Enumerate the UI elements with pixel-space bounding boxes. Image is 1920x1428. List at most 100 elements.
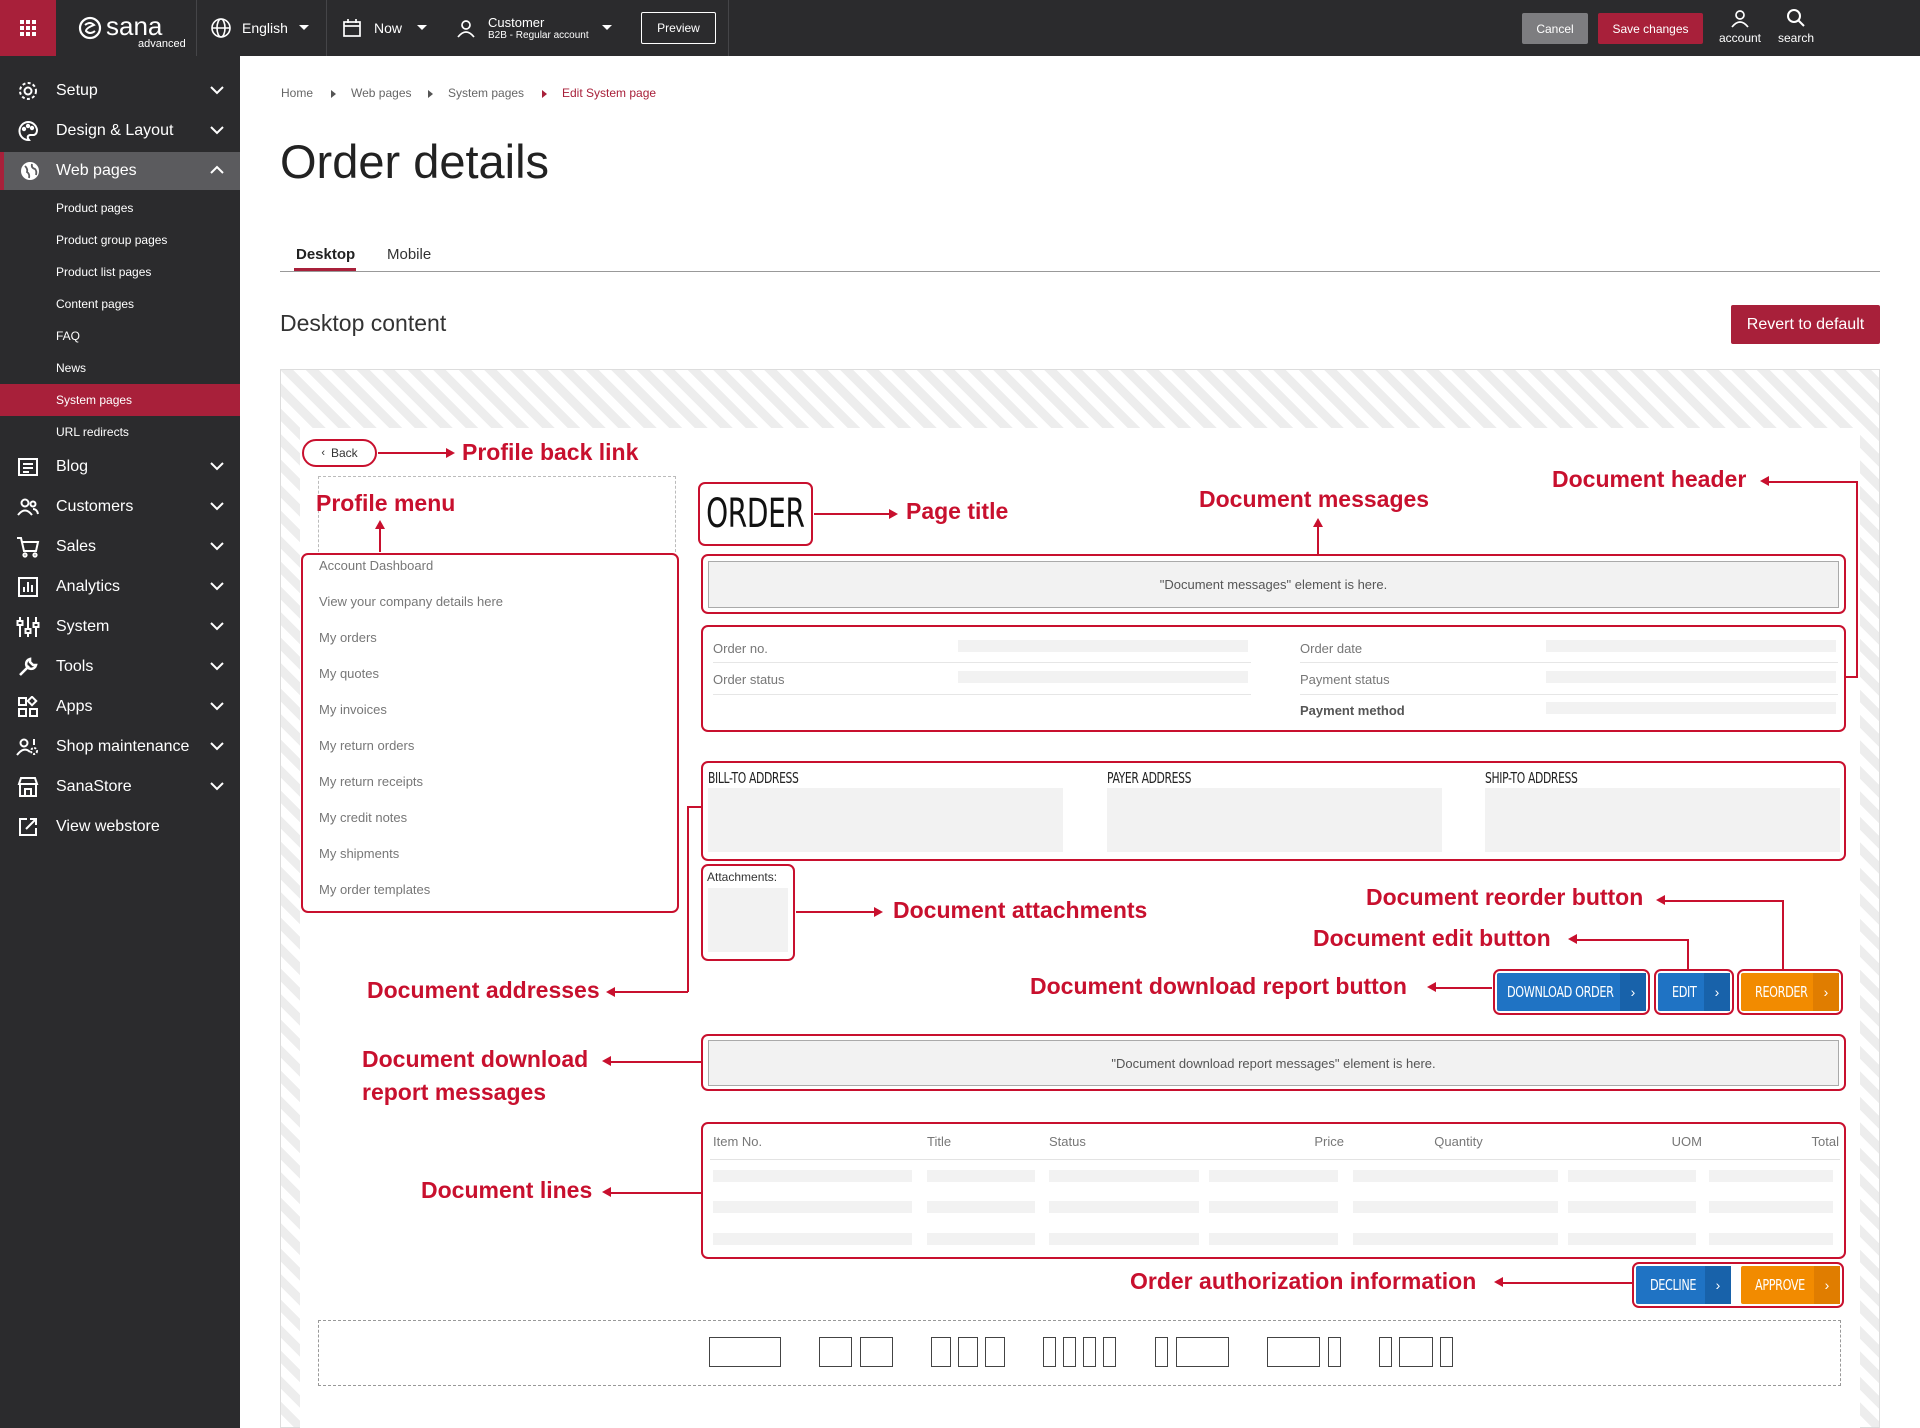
sidebar-subitem-label: Product pages [56, 201, 134, 215]
reorder-label: REORDER [1755, 983, 1808, 1001]
preview-button[interactable]: Preview [641, 12, 716, 44]
layout-option-left-narrow[interactable] [1155, 1337, 1229, 1367]
chevron-down-icon [210, 462, 224, 471]
sidebar-item-sales[interactable]: Sales [0, 528, 240, 566]
save-changes-button[interactable]: Save changes [1598, 13, 1703, 44]
sidebar-item-label: Tools [56, 658, 94, 675]
sidebar-subitem-url-redirects[interactable]: URL redirects [0, 416, 240, 448]
lines-placeholder-cell [713, 1201, 912, 1213]
sidebar-subitem-system-pages[interactable]: System pages [0, 384, 240, 416]
account-button[interactable]: account [1712, 8, 1768, 50]
profile-menu-item[interactable]: Account Dashboard [319, 558, 433, 573]
chevron-left-icon: ‹ [321, 447, 325, 459]
layout-option-2-col[interactable] [819, 1337, 893, 1367]
sidebar-subitem-product-group-pages[interactable]: Product group pages [0, 224, 240, 256]
chevron-down-icon [417, 25, 428, 30]
sidebar-item-web-pages[interactable]: Web pages [0, 152, 240, 190]
layout-option-right-narrow[interactable] [1267, 1337, 1341, 1367]
profile-menu-item[interactable]: My shipments [319, 846, 399, 861]
sidebar-item-sanastore[interactable]: SanaStore [0, 768, 240, 806]
sidebar-item-design-layout[interactable]: Design & Layout [0, 112, 240, 150]
tab-mobile[interactable]: Mobile [387, 246, 431, 263]
sidebar-item-system[interactable]: System [0, 608, 240, 646]
date-selector[interactable]: Now [342, 0, 428, 56]
sidebar-item-view-webstore[interactable]: View webstore [0, 808, 240, 846]
breadcrumb-system-pages[interactable]: System pages [448, 86, 524, 100]
profile-menu-item[interactable]: My invoices [319, 702, 387, 717]
sidebar-item-tools[interactable]: Tools [0, 648, 240, 686]
account-icon [1731, 10, 1749, 28]
sidebar-subitem-content-pages[interactable]: Content pages [0, 288, 240, 320]
breadcrumb-home[interactable]: Home [281, 86, 313, 100]
sidebar-item-apps[interactable]: Apps [0, 688, 240, 726]
profile-menu-item[interactable]: My orders [319, 630, 377, 645]
sidebar-subitem-news[interactable]: News [0, 352, 240, 384]
customer-account: B2B - Regular account [488, 30, 589, 41]
sidebar-item-label: System [56, 618, 110, 635]
cart-icon [16, 535, 40, 559]
profile-menu-item[interactable]: My credit notes [319, 810, 407, 825]
calendar-icon [343, 19, 361, 37]
lines-placeholder-cell [927, 1233, 1035, 1245]
lines-column-header: Price [1314, 1134, 1344, 1149]
lines-placeholder-cell [1353, 1233, 1558, 1245]
chevron-down-icon [210, 542, 224, 551]
sidebar-subitem-product-list-pages[interactable]: Product list pages [0, 256, 240, 288]
section-title: Desktop content [280, 310, 447, 336]
grid-icon [20, 20, 36, 36]
sidebar-subitem-product-pages[interactable]: Product pages [0, 192, 240, 224]
language-selector[interactable]: English [210, 0, 310, 56]
profile-menu-item[interactable]: My quotes [319, 666, 379, 681]
note-download-messages-1: Document download [362, 1046, 589, 1072]
sana-logo[interactable]: sana advanced [78, 0, 186, 56]
lines-placeholder-cell [1209, 1233, 1338, 1245]
cancel-button[interactable]: Cancel [1522, 13, 1588, 44]
sidebar-subitem-label: URL redirects [56, 425, 129, 439]
lines-placeholder-cell [713, 1170, 912, 1182]
wrench-icon [16, 655, 40, 679]
sidebar-item-setup[interactable]: Setup [0, 72, 240, 110]
profile-menu-item[interactable]: My return receipts [319, 774, 423, 789]
breadcrumb-web-pages[interactable]: Web pages [351, 86, 412, 100]
revert-to-default-button[interactable]: Revert to default [1731, 305, 1880, 344]
approve-button[interactable]: APPROVE › [1741, 1266, 1840, 1304]
chevron-up-icon [210, 165, 224, 174]
search-icon [1787, 9, 1805, 27]
sliders-icon [16, 615, 40, 639]
sidebar-item-shop-maintenance[interactable]: Shop maintenance [0, 728, 240, 766]
sidebar-item-label: Apps [56, 698, 93, 715]
layout-option-4-col[interactable] [1043, 1337, 1117, 1367]
back-link[interactable]: ‹ Back [302, 439, 377, 467]
globe-icon [18, 159, 42, 183]
layout-option-1-col[interactable] [709, 1337, 781, 1367]
search-button[interactable]: search [1770, 8, 1822, 50]
sidebar-subitem-faq[interactable]: FAQ [0, 320, 240, 352]
download-order-button[interactable]: DOWNLOAD ORDER › [1497, 973, 1646, 1011]
layout-option-center-wide[interactable] [1379, 1337, 1453, 1367]
lines-column-header: Status [1049, 1134, 1086, 1149]
sidebar-item-label: Blog [56, 458, 89, 475]
sidebar-item-customers[interactable]: Customers [0, 488, 240, 526]
reorder-button[interactable]: REORDER › [1741, 973, 1839, 1011]
profile-menu-item[interactable]: My return orders [319, 738, 414, 753]
sidebar-subitem-label: News [56, 361, 87, 375]
tab-desktop[interactable]: Desktop [296, 246, 355, 263]
decline-button[interactable]: DECLINE › [1636, 1266, 1731, 1304]
customer-selector[interactable]: Customer B2B - Regular account [456, 0, 613, 56]
breadcrumb-current: Edit System page [562, 86, 657, 100]
palette-icon [16, 119, 40, 143]
payment-status-label: Payment status [1300, 672, 1390, 687]
note-page-title: Page title [906, 498, 1009, 524]
order-date-label: Order date [1300, 641, 1363, 656]
edit-label: EDIT [1672, 983, 1697, 1001]
chevron-down-icon [210, 702, 224, 711]
app-grid-button[interactable] [0, 0, 56, 56]
sidebar-item-analytics[interactable]: Analytics [0, 568, 240, 606]
lines-placeholder-cell [1568, 1233, 1696, 1245]
edit-button[interactable]: EDIT › [1658, 973, 1730, 1011]
profile-menu-item[interactable]: My order templates [319, 882, 430, 897]
layout-option-3-col[interactable] [931, 1337, 1005, 1367]
sidebar-item-blog[interactable]: Blog [0, 448, 240, 486]
chevron-down-icon [210, 782, 224, 791]
profile-menu-item[interactable]: View your company details here [319, 594, 503, 609]
